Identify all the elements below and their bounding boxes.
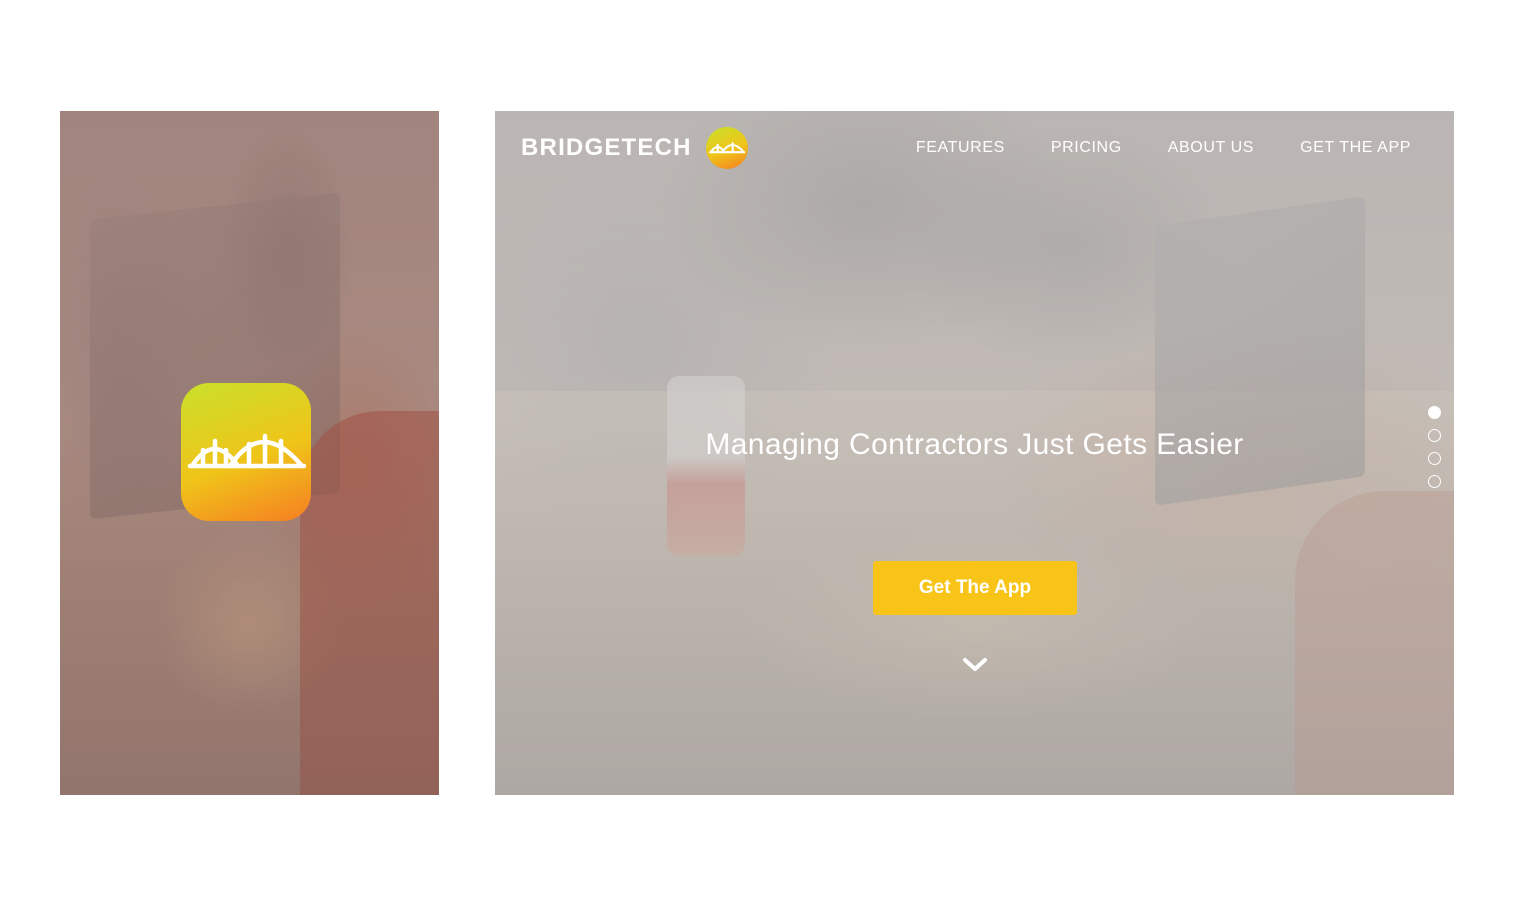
- mobile-splash-screen: [60, 111, 439, 795]
- brand-name: BRIDGETECH: [521, 134, 692, 161]
- nav-item-get-the-app[interactable]: GET THE APP: [1300, 139, 1411, 157]
- mockup-stage: BRIDGETECH FEATURES PRICING ABOUT US GET…: [0, 0, 1515, 906]
- hero-title: Managing Contractors Just Gets Easier: [705, 428, 1244, 461]
- pagination-dot-3[interactable]: [1427, 452, 1441, 465]
- bridge-icon: [187, 433, 306, 469]
- chevron-down-icon: [963, 658, 987, 671]
- brand[interactable]: BRIDGETECH: [521, 127, 748, 169]
- app-icon[interactable]: [181, 383, 311, 521]
- brand-logo: [705, 127, 748, 169]
- nav-item-pricing[interactable]: PRICING: [1051, 139, 1122, 157]
- scroll-down-button[interactable]: [961, 655, 989, 675]
- nav-item-about-us[interactable]: ABOUT US: [1168, 139, 1254, 157]
- nav-item-features[interactable]: FEATURES: [916, 139, 1005, 157]
- slide-pagination: [1427, 406, 1441, 488]
- pagination-dot-1[interactable]: [1427, 406, 1441, 419]
- desktop-landing-page: BRIDGETECH FEATURES PRICING ABOUT US GET…: [495, 111, 1454, 795]
- pagination-dot-4[interactable]: [1427, 475, 1441, 488]
- navbar: BRIDGETECH FEATURES PRICING ABOUT US GET…: [495, 111, 1454, 185]
- get-the-app-button[interactable]: Get The App: [873, 561, 1077, 615]
- nav-links: FEATURES PRICING ABOUT US GET THE APP: [916, 139, 1411, 157]
- bridge-icon: [708, 142, 745, 154]
- pagination-dot-2[interactable]: [1427, 429, 1441, 442]
